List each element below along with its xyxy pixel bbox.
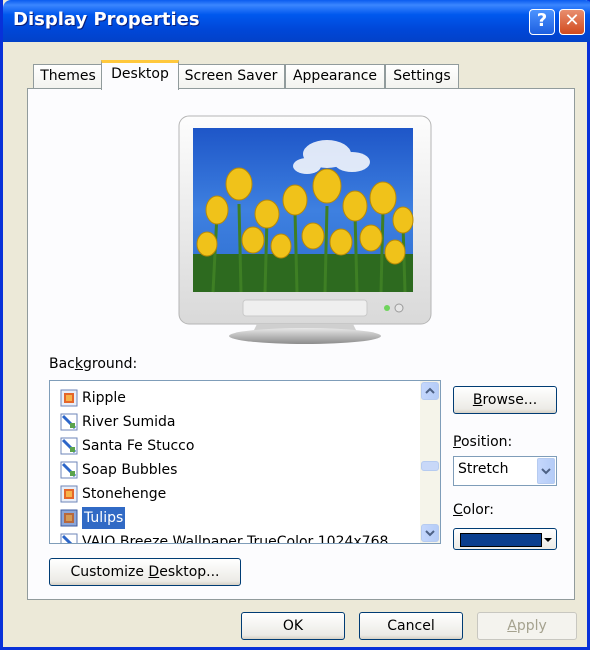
ok-button[interactable]: OK bbox=[241, 612, 345, 640]
scroll-thumb[interactable] bbox=[421, 461, 439, 471]
vertical-scrollbar[interactable] bbox=[420, 381, 440, 543]
scroll-down-button[interactable] bbox=[421, 524, 439, 542]
list-item[interactable]: Stonehenge bbox=[60, 483, 420, 505]
apply-accel: A bbox=[507, 618, 517, 634]
list-item[interactable]: River Sumida bbox=[60, 411, 420, 433]
background-label-accel: k bbox=[74, 356, 83, 372]
position-select[interactable]: Stretch bbox=[453, 456, 557, 486]
tab-desktop[interactable]: Desktop bbox=[101, 60, 179, 90]
chevron-down-icon bbox=[425, 530, 435, 537]
apply-button[interactable]: Apply bbox=[477, 612, 577, 640]
display-properties-window: Display Properties ? ✕ Themes Desktop Sc… bbox=[0, 0, 590, 650]
tab-themes[interactable]: Themes bbox=[33, 64, 103, 88]
browse-label: rowse... bbox=[482, 392, 538, 408]
color-accel: C bbox=[453, 502, 463, 518]
list-item[interactable]: Ripple bbox=[60, 387, 420, 409]
image-file-icon bbox=[60, 437, 78, 455]
cancel-button[interactable]: Cancel bbox=[359, 612, 463, 640]
browse-button[interactable]: Browse... bbox=[453, 386, 557, 414]
title-bar[interactable]: Display Properties ? ✕ bbox=[3, 0, 590, 42]
monitor-icon bbox=[178, 115, 432, 344]
tab-screen-saver[interactable]: Screen Saver bbox=[177, 64, 285, 88]
list-item[interactable]: VAIO Breeze Wallpaper TrueColor 1024x768 bbox=[60, 531, 420, 544]
customize-label: Customize bbox=[70, 564, 149, 580]
color-picker-button[interactable] bbox=[453, 528, 557, 550]
color-swatch bbox=[460, 533, 542, 547]
dropdown-arrow-icon bbox=[544, 538, 552, 542]
color-label: Color: bbox=[453, 502, 494, 518]
browse-accel: B bbox=[472, 392, 483, 408]
window-title: Display Properties bbox=[13, 9, 200, 30]
help-button[interactable]: ? bbox=[529, 9, 555, 35]
close-button[interactable]: ✕ bbox=[559, 9, 585, 35]
background-label-part: Bac bbox=[49, 356, 75, 372]
list-item-label: Ripple bbox=[82, 390, 126, 406]
list-item-selected[interactable]: Tulips bbox=[60, 507, 420, 529]
position-dropdown-button[interactable] bbox=[537, 458, 555, 484]
background-list[interactable]: Ripple River Sumida Santa Fe Stucco Soap… bbox=[49, 380, 441, 544]
image-file-icon bbox=[60, 461, 78, 479]
chevron-down-icon bbox=[541, 468, 551, 475]
tab-appearance[interactable]: Appearance bbox=[285, 64, 385, 88]
list-item[interactable]: Soap Bubbles bbox=[60, 459, 420, 481]
position-label-text: osition: bbox=[460, 434, 513, 450]
image-file-icon bbox=[60, 389, 78, 407]
position-value: Stretch bbox=[458, 461, 509, 477]
image-file-icon bbox=[60, 413, 78, 431]
position-accel: P bbox=[453, 434, 461, 450]
image-file-icon bbox=[60, 509, 78, 527]
scroll-up-button[interactable] bbox=[421, 382, 439, 400]
color-label-text: olor: bbox=[462, 502, 495, 518]
chevron-up-icon bbox=[425, 387, 435, 394]
list-item-label: Santa Fe Stucco bbox=[82, 438, 195, 454]
list-item-label: Soap Bubbles bbox=[82, 462, 178, 478]
list-item-label: Stonehenge bbox=[82, 486, 167, 502]
list-item-label: Tulips bbox=[82, 507, 126, 529]
position-label: Position: bbox=[453, 434, 512, 450]
list-item[interactable]: Santa Fe Stucco bbox=[60, 435, 420, 457]
customize-label: esktop... bbox=[159, 564, 220, 580]
tab-settings[interactable]: Settings bbox=[385, 64, 459, 88]
monitor-preview bbox=[177, 114, 433, 346]
list-item-label: VAIO Breeze Wallpaper TrueColor 1024x768 bbox=[82, 534, 389, 544]
list-item-label: River Sumida bbox=[82, 414, 176, 430]
image-file-icon bbox=[60, 533, 78, 543]
apply-label: pply bbox=[516, 618, 547, 634]
customize-accel: D bbox=[148, 564, 160, 580]
background-label-part: ground: bbox=[83, 356, 138, 372]
image-file-icon bbox=[60, 485, 78, 503]
background-label: Background: bbox=[49, 356, 137, 372]
customize-desktop-button[interactable]: Customize Desktop... bbox=[49, 558, 241, 586]
